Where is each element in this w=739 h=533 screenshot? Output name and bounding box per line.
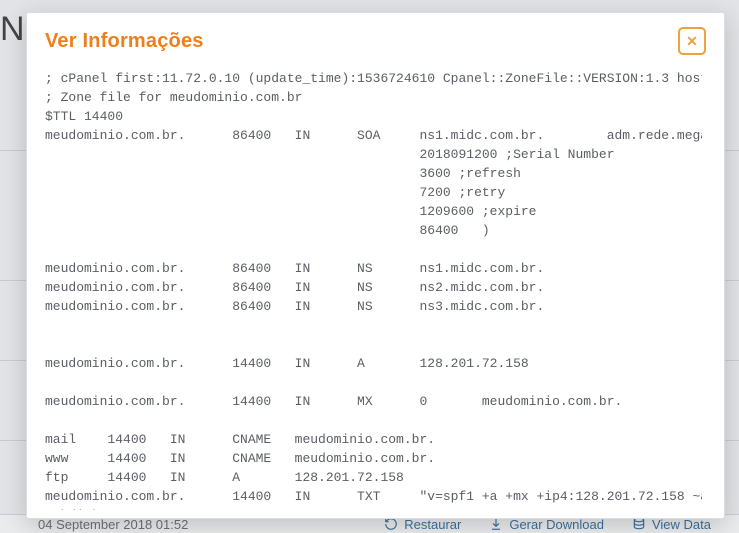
- zone-file-content: ; cPanel first:11.72.0.10 (update_time):…: [43, 65, 702, 510]
- info-modal: Ver Informações ✕ ; cPanel first:11.72.0…: [26, 12, 725, 519]
- zone-file-scroll-area[interactable]: ; cPanel first:11.72.0.10 (update_time):…: [43, 65, 702, 510]
- close-button[interactable]: ✕: [678, 27, 706, 55]
- modal-body: ; cPanel first:11.72.0.10 (update_time):…: [43, 65, 718, 510]
- modal-title: Ver Informações: [45, 30, 204, 53]
- modal-header: Ver Informações ✕: [27, 13, 724, 65]
- close-icon: ✕: [686, 34, 698, 48]
